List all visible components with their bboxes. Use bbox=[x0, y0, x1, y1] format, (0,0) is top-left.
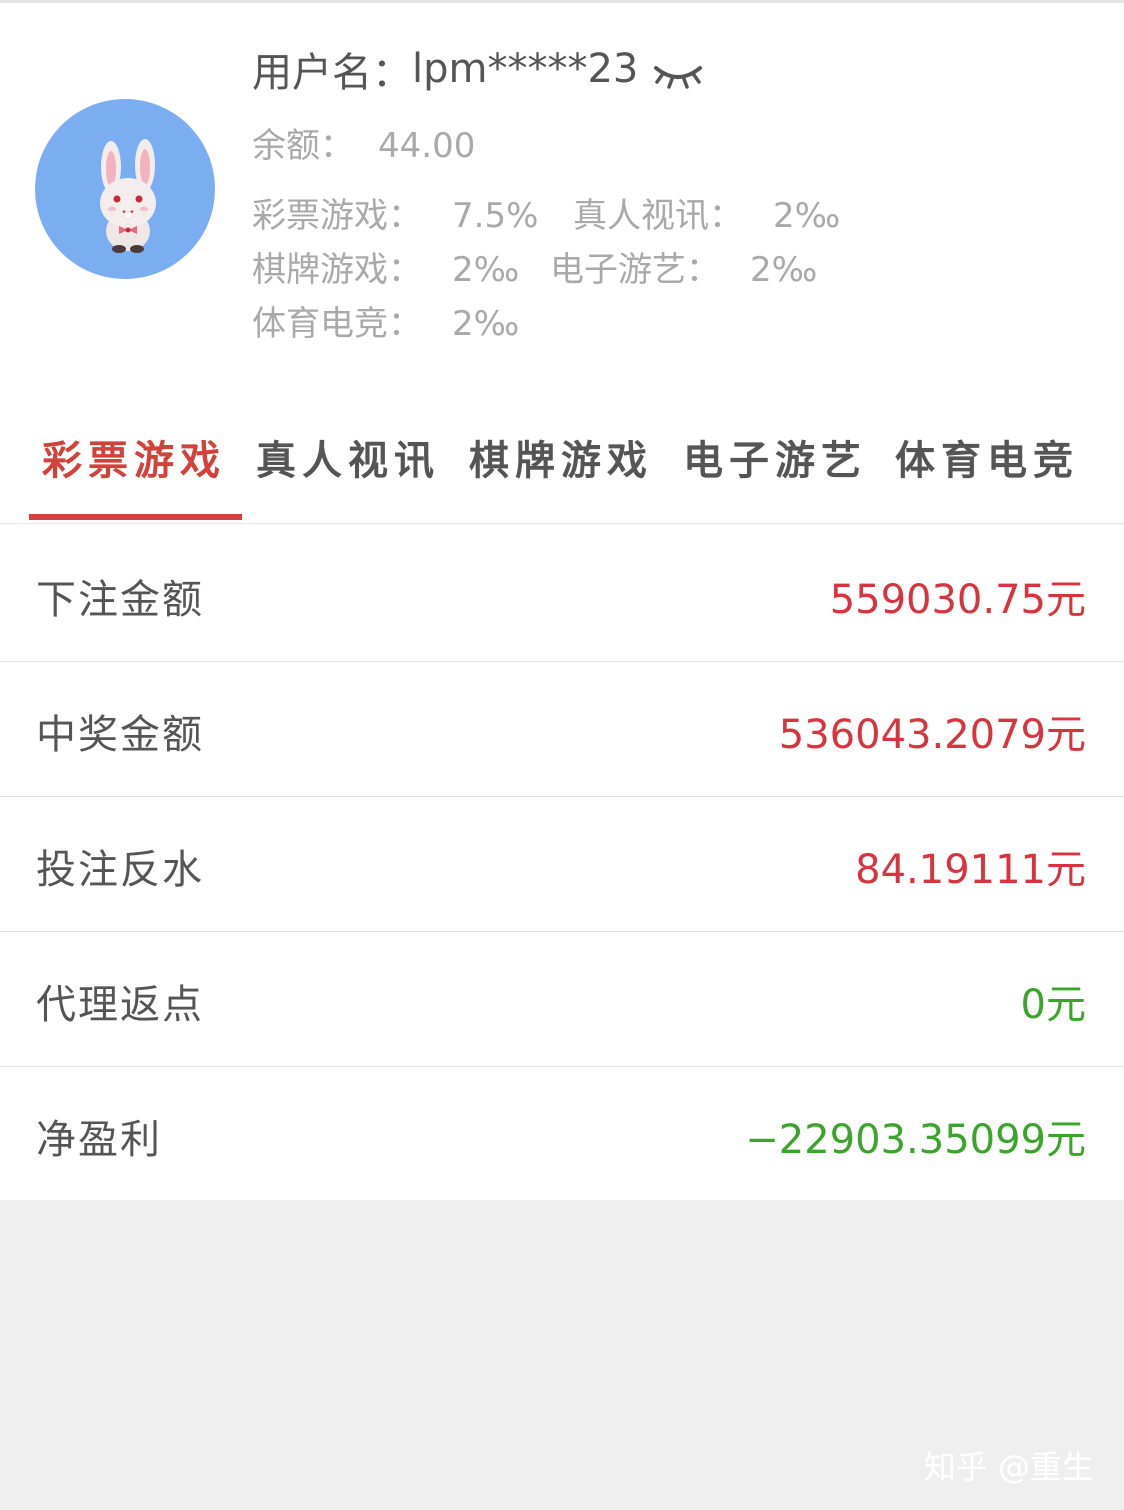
balance-label: 余额： bbox=[252, 126, 354, 166]
stat-value: 0元 bbox=[1020, 982, 1086, 1028]
rate-label: 棋牌游戏： bbox=[252, 250, 422, 290]
stat-row-winning-amount: 中奖金额 536043.2079元 bbox=[0, 662, 1124, 797]
rate-value: 2‰ bbox=[452, 250, 520, 290]
rate-label: 彩票游戏： bbox=[252, 196, 422, 236]
rate-value: 7.5% bbox=[452, 196, 539, 236]
rate-value: 2‰ bbox=[750, 250, 818, 290]
stat-label: 下注金额 bbox=[36, 577, 204, 623]
stat-value: −22903.35099元 bbox=[745, 1117, 1086, 1163]
avatar[interactable] bbox=[35, 99, 215, 279]
category-tabs: 彩票游戏 真人视讯 棋牌游戏 电子游艺 体育电竞 bbox=[0, 420, 1124, 524]
active-tab-indicator bbox=[29, 514, 242, 520]
stat-row-bet-amount: 下注金额 559030.75元 bbox=[0, 527, 1124, 662]
tab-chess-cards[interactable]: 棋牌游戏 bbox=[469, 428, 653, 486]
stat-row-agent-rebate: 代理返点 0元 bbox=[0, 932, 1124, 1067]
tab-live-video[interactable]: 真人视讯 bbox=[256, 428, 440, 486]
rate-electronic-games: 电子游艺： 2‰ bbox=[550, 242, 817, 291]
tab-electronic-games[interactable]: 电子游艺 bbox=[683, 428, 867, 486]
rate-value: 2‰ bbox=[773, 196, 841, 236]
rate-sports-esports: 体育电竞： 2‰ bbox=[252, 296, 519, 345]
stat-label: 投注反水 bbox=[36, 847, 204, 893]
tab-sports-esports[interactable]: 体育电竞 bbox=[895, 428, 1079, 486]
rate-value: 2‰ bbox=[452, 304, 520, 344]
rate-label: 真人视讯： bbox=[573, 196, 743, 236]
stat-value: 84.19111元 bbox=[855, 847, 1086, 893]
stat-label: 净盈利 bbox=[36, 1117, 162, 1163]
stat-label: 中奖金额 bbox=[36, 712, 204, 758]
rabbit-avatar-icon bbox=[100, 139, 156, 253]
rate-chess-cards: 棋牌游戏： 2‰ bbox=[252, 242, 519, 291]
balance-value: 44.00 bbox=[378, 126, 476, 166]
rate-label: 体育电竞： bbox=[252, 304, 422, 344]
rate-label: 电子游艺： bbox=[550, 250, 720, 290]
stat-value: 536043.2079元 bbox=[778, 712, 1086, 758]
username-line: 用户名： lpm*****23 bbox=[252, 40, 704, 98]
watermark: 知乎 @重生 bbox=[923, 1448, 1094, 1486]
stat-value: 559030.75元 bbox=[829, 577, 1086, 623]
username-value: lpm*****23 bbox=[412, 46, 639, 92]
tab-lottery[interactable]: 彩票游戏 bbox=[42, 428, 226, 486]
balance-line: 余额： 44.00 bbox=[252, 118, 475, 167]
stat-label: 代理返点 bbox=[36, 982, 204, 1028]
rate-live-video: 真人视讯： 2‰ bbox=[573, 188, 840, 237]
stat-row-bet-rebate: 投注反水 84.19111元 bbox=[0, 797, 1124, 932]
eye-closed-icon[interactable] bbox=[652, 54, 704, 89]
username-label: 用户名： bbox=[252, 50, 412, 96]
stat-row-net-profit: 净盈利 −22903.35099元 bbox=[0, 1067, 1124, 1201]
rate-lottery: 彩票游戏： 7.5% bbox=[252, 188, 538, 237]
